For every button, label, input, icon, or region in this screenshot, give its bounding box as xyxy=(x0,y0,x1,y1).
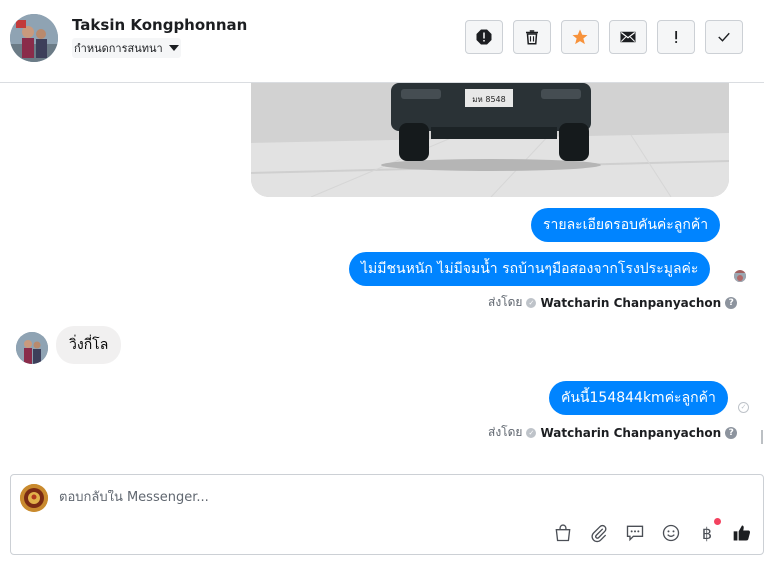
mark-spam-button[interactable] xyxy=(465,20,503,54)
emoji-button[interactable] xyxy=(660,522,682,544)
reply-composer: ฿ xyxy=(10,474,764,555)
message-bubble[interactable]: วิ่งกี่โล xyxy=(56,326,122,364)
message-bubble[interactable]: รายละเอียดรอบคันค่ะลูกค้า xyxy=(531,208,721,242)
star-button[interactable] xyxy=(561,20,599,54)
shopping-bag-icon xyxy=(555,524,571,542)
assign-label: กำหนดการสนทนา xyxy=(74,42,163,55)
notification-dot xyxy=(714,518,721,525)
help-icon[interactable]: ? xyxy=(725,296,738,309)
envelope-icon xyxy=(620,31,636,43)
conversation-header: Taksin Kongphonnan กำหนดการสนทนา xyxy=(0,0,764,83)
checkmark-icon xyxy=(718,32,730,42)
saved-replies-icon xyxy=(626,525,644,542)
follow-up-button[interactable] xyxy=(657,20,695,54)
trash-icon xyxy=(526,30,538,45)
sent-by-info: ส่งโดย ✓ Watcharin Chanpanyachon ? xyxy=(488,293,738,312)
star-icon xyxy=(572,29,588,45)
mark-unread-button[interactable] xyxy=(609,20,647,54)
exclamation-icon xyxy=(675,31,678,43)
mark-done-button[interactable] xyxy=(705,20,743,54)
assign-conversation-dropdown[interactable]: กำหนดการสนทนา xyxy=(72,38,181,58)
delivered-icon: ✓ xyxy=(738,402,749,413)
check-icon: ✓ xyxy=(526,427,537,438)
like-button[interactable] xyxy=(731,522,753,544)
message-bubble[interactable]: ไม่มีชนหนัก ไม่มีจมน้ำ รถบ้านๆมือสองจากโ… xyxy=(349,252,711,286)
attach-button[interactable] xyxy=(588,522,610,544)
license-plate: มห 8548 xyxy=(472,95,505,104)
sent-by-name[interactable]: Watcharin Chanpanyachon xyxy=(540,296,721,310)
sent-by-prefix: ส่งโดย xyxy=(488,425,523,439)
sent-by-info: ส่งโดย ✓ Watcharin Chanpanyachon ? xyxy=(488,423,738,442)
help-icon[interactable]: ? xyxy=(725,426,738,439)
contact-avatar-small[interactable] xyxy=(16,332,48,364)
car-photo-attachment[interactable]: มห 8548 xyxy=(251,83,729,197)
check-icon: ✓ xyxy=(526,297,537,308)
payment-icon: ฿ xyxy=(701,523,713,543)
message-thread[interactable]: มห 8548 รายละเอียดรอบคันค่ะลูกค้า ไม่มีช… xyxy=(0,83,764,468)
contact-name[interactable]: Taksin Kongphonnan xyxy=(72,16,247,34)
paperclip-icon xyxy=(591,524,607,543)
page-avatar xyxy=(20,484,48,512)
scrollbar[interactable] xyxy=(761,430,763,444)
emoji-icon xyxy=(662,524,680,542)
like-icon xyxy=(733,525,750,541)
shop-button[interactable] xyxy=(552,522,574,544)
message-bubble[interactable]: คันนี้154844kmค่ะลูกค้า xyxy=(549,381,728,415)
seen-avatar xyxy=(734,270,746,282)
chevron-down-icon xyxy=(168,45,179,51)
payment-button[interactable]: ฿ xyxy=(696,518,721,544)
sent-by-prefix: ส่งโดย xyxy=(488,295,523,309)
saved-replies-button[interactable] xyxy=(624,522,646,544)
sent-by-name[interactable]: Watcharin Chanpanyachon xyxy=(540,426,721,440)
reply-input[interactable] xyxy=(59,490,659,505)
alert-octagon-icon xyxy=(476,29,492,45)
contact-avatar[interactable] xyxy=(10,14,58,62)
delete-button[interactable] xyxy=(513,20,551,54)
